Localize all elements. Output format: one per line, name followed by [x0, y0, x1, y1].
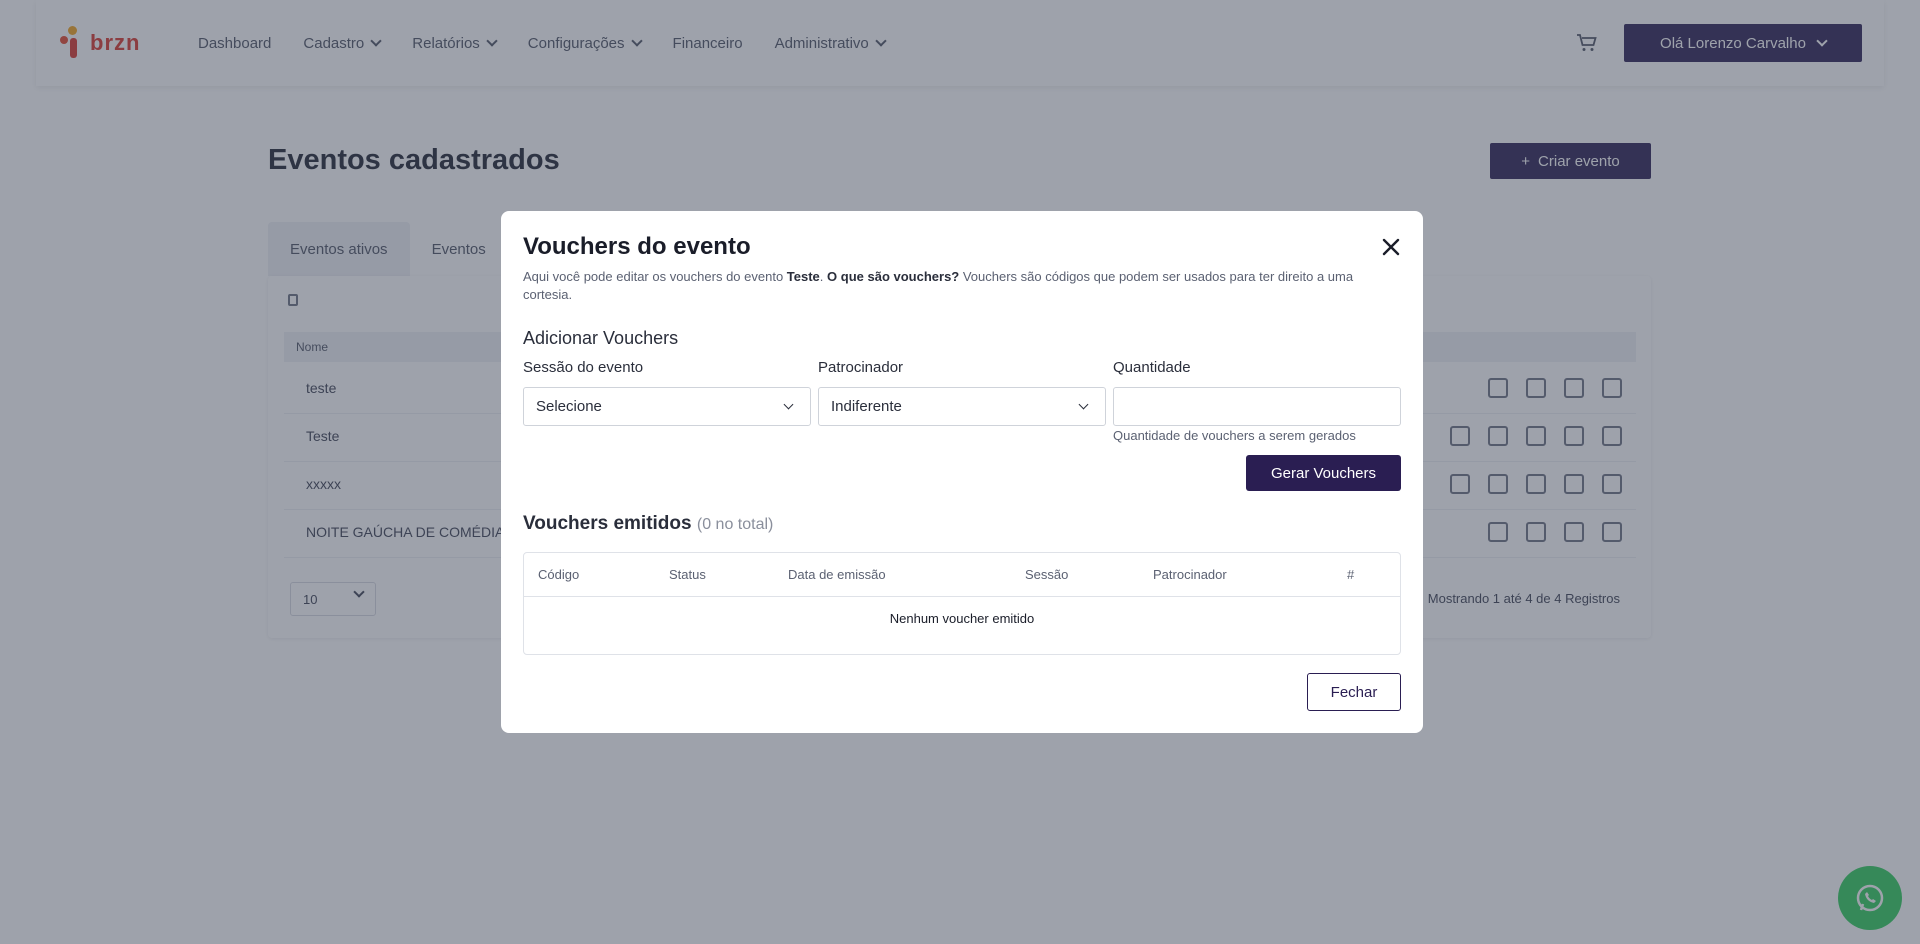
column-session: Sessão: [1025, 567, 1069, 582]
vouchers-table: Código Status Data de emissão Sessão Pat…: [523, 552, 1401, 655]
vouchers-table-header: Código Status Data de emissão Sessão Pat…: [524, 553, 1400, 597]
sponsor-select-value: Indiferente: [831, 398, 902, 415]
issued-vouchers-total: (0 no total): [696, 516, 774, 533]
description-mid: .: [819, 269, 828, 284]
chevron-down-icon: [1078, 399, 1089, 410]
chevron-down-icon: [783, 399, 794, 410]
column-status: Status: [669, 567, 706, 582]
what-are-vouchers-link[interactable]: O que são vouchers?: [827, 269, 959, 284]
issued-vouchers-title: Vouchers emitidos: [523, 513, 692, 534]
close-icon[interactable]: [1379, 235, 1403, 259]
issued-vouchers-heading: Vouchers emitidos (0 no total): [523, 513, 773, 535]
quantity-input[interactable]: [1113, 387, 1401, 426]
generate-vouchers-button[interactable]: Gerar Vouchers: [1246, 455, 1401, 491]
modal-description: Aqui você pode editar os vouchers do eve…: [523, 268, 1403, 304]
sponsor-label: Patrocinador: [818, 359, 904, 376]
empty-message: Nenhum voucher emitido: [889, 611, 1035, 626]
vouchers-modal: Vouchers do evento Aqui você pode editar…: [501, 211, 1423, 733]
session-select-value: Selecione: [536, 398, 602, 415]
quantity-help-text: Quantidade de vouchers a serem gerados: [1113, 428, 1356, 443]
column-sponsor: Patrocinador: [1153, 567, 1227, 582]
column-issue-date: Data de emissão: [788, 567, 886, 582]
event-name: Teste: [786, 269, 820, 284]
column-code: Código: [538, 567, 580, 582]
quantity-label: Quantidade: [1113, 359, 1191, 376]
description-prefix: Aqui você pode editar os vouchers do eve…: [523, 269, 787, 284]
close-button[interactable]: Fechar: [1307, 673, 1401, 711]
session-label: Sessão do evento: [523, 359, 644, 376]
column-actions: #: [1347, 567, 1355, 582]
sponsor-select[interactable]: Indiferente: [818, 387, 1106, 426]
add-vouchers-heading: Adicionar Vouchers: [523, 328, 679, 348]
modal-title: Vouchers do evento: [523, 233, 751, 260]
session-select[interactable]: Selecione: [523, 387, 811, 426]
